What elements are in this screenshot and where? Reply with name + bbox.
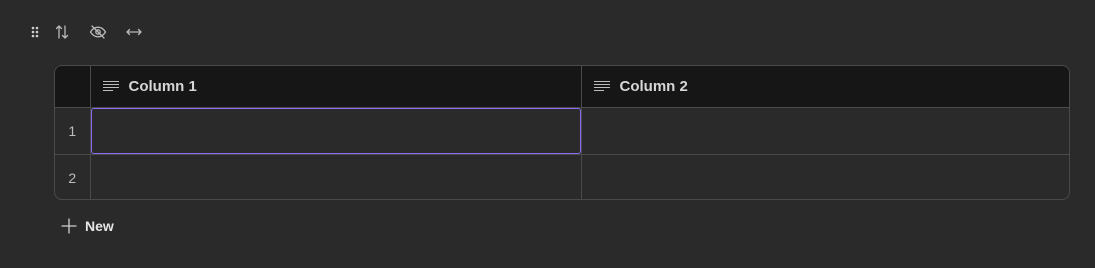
sort-icon[interactable] [50,20,74,44]
column-header-2[interactable]: Column 2 [581,66,1069,108]
table-cell-selected[interactable] [90,107,582,155]
add-row-label: New [85,218,114,234]
drag-handle-icon[interactable] [26,20,44,44]
text-lines-icon [102,81,119,92]
table-cell[interactable] [581,154,1069,199]
row-number: 1 [55,107,91,155]
plus-icon [61,218,77,234]
eye-off-icon[interactable] [86,20,110,44]
row-number: 2 [55,154,91,199]
index-header [55,66,91,108]
column-header-1[interactable]: Column 1 [90,66,582,108]
column-header-label: Column 2 [619,77,688,95]
table-cell[interactable] [581,107,1069,155]
table-row: 1 [55,107,1069,155]
text-lines-icon [593,81,610,92]
add-row-button[interactable]: New [61,216,114,236]
table-row: 2 [55,154,1069,199]
data-table: Column 1 Column 2 1 2 [54,65,1070,200]
arrows-horizontal-icon[interactable] [122,20,146,44]
table-cell[interactable] [90,154,582,199]
column-header-label: Column 1 [128,77,197,95]
table-toolbar [26,20,146,44]
header-row: Column 1 Column 2 [55,66,1069,108]
